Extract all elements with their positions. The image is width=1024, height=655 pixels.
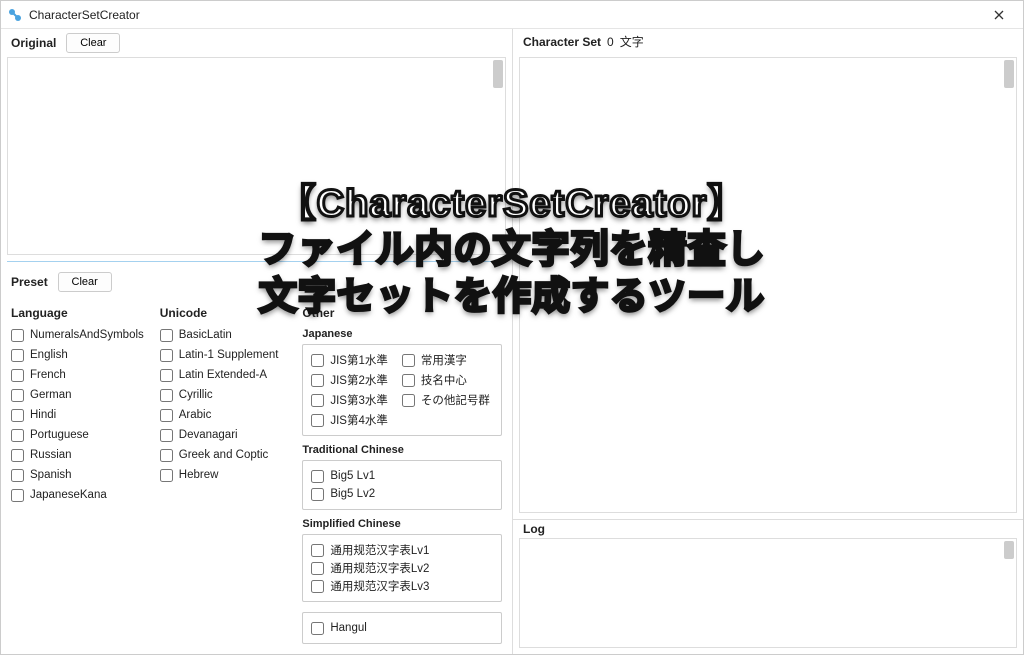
other-header: Other (302, 306, 502, 320)
charset-scrollbar[interactable] (1002, 58, 1016, 512)
charset-label: Character Set (523, 35, 601, 49)
chk-tongyong2[interactable]: 通用规范汉字表Lv2 (311, 559, 493, 577)
divider (7, 261, 506, 262)
charset-count: 0 (607, 35, 614, 49)
chk-german[interactable]: German (11, 386, 144, 404)
chk-wazamei[interactable]: 技名中心 (402, 371, 490, 389)
preset-header: Preset Clear (11, 268, 502, 296)
other-column: Other Japanese JIS第1水準 JIS第2水準 JIS第3水準 J… (302, 302, 502, 644)
chk-latinextendeda[interactable]: Latin Extended-A (160, 366, 287, 384)
preset-clear-button[interactable]: Clear (58, 272, 112, 292)
app-icon (7, 7, 23, 23)
original-label: Original (11, 36, 56, 50)
window-close-button[interactable] (981, 1, 1017, 28)
chk-portuguese[interactable]: Portuguese (11, 426, 144, 444)
unicode-header: Unicode (160, 306, 287, 320)
trad-header: Traditional Chinese (302, 444, 502, 456)
right-pane: Character Set 0 文字 Log (513, 29, 1023, 654)
chk-hindi[interactable]: Hindi (11, 406, 144, 424)
japanese-group: JIS第1水準 JIS第2水準 JIS第3水準 JIS第4水準 常用漢字 技名中… (302, 344, 502, 436)
chk-jis3[interactable]: JIS第3水準 (311, 391, 388, 409)
chk-japanesekana[interactable]: JapaneseKana (11, 486, 144, 504)
log-label: Log (513, 519, 1023, 538)
hangul-group: Hangul (302, 612, 502, 644)
simp-header: Simplified Chinese (302, 518, 502, 530)
chk-basiclatin[interactable]: BasicLatin (160, 326, 287, 344)
preset-label: Preset (11, 275, 48, 289)
chk-greekandcoptic[interactable]: Greek and Coptic (160, 446, 287, 464)
chk-russian[interactable]: Russian (11, 446, 144, 464)
simp-group: 通用规范汉字表Lv1 通用规范汉字表Lv2 通用规范汉字表Lv3 (302, 534, 502, 602)
log-textarea[interactable] (519, 538, 1017, 648)
log-scrollbar[interactable] (1002, 539, 1016, 647)
original-header: Original Clear (1, 29, 512, 57)
chk-big5lv2[interactable]: Big5 Lv2 (311, 485, 493, 503)
chk-hebrew[interactable]: Hebrew (160, 466, 287, 484)
chk-cyrillic[interactable]: Cyrillic (160, 386, 287, 404)
preset-panel: Preset Clear Language NumeralsAndSymbols… (1, 262, 512, 654)
chk-joyokanji[interactable]: 常用漢字 (402, 351, 490, 369)
chk-tongyong1[interactable]: 通用规范汉字表Lv1 (311, 541, 493, 559)
left-pane: Original Clear Preset Clear Language Num… (1, 29, 513, 654)
language-column: Language NumeralsAndSymbols English Fren… (11, 302, 144, 644)
chk-jis4[interactable]: JIS第4水準 (311, 411, 388, 429)
chk-arabic[interactable]: Arabic (160, 406, 287, 424)
language-header: Language (11, 306, 144, 320)
preset-columns: Language NumeralsAndSymbols English Fren… (11, 302, 502, 644)
chk-big5lv1[interactable]: Big5 Lv1 (311, 467, 493, 485)
content-split: Original Clear Preset Clear Language Num… (1, 29, 1023, 654)
original-scrollbar[interactable] (491, 58, 505, 254)
trad-group: Big5 Lv1 Big5 Lv2 (302, 460, 502, 510)
chk-numeralsandsymbols[interactable]: NumeralsAndSymbols (11, 326, 144, 344)
original-clear-button[interactable]: Clear (66, 33, 120, 53)
chk-devanagari[interactable]: Devanagari (160, 426, 287, 444)
chk-french[interactable]: French (11, 366, 144, 384)
charset-header: Character Set 0 文字 (513, 29, 1023, 57)
app-title: CharacterSetCreator (29, 8, 140, 22)
chk-jis2[interactable]: JIS第2水準 (311, 371, 388, 389)
japanese-header: Japanese (302, 328, 502, 340)
unicode-column: Unicode BasicLatin Latin-1 Supplement La… (160, 302, 287, 644)
chk-latin1supplement[interactable]: Latin-1 Supplement (160, 346, 287, 364)
chk-spanish[interactable]: Spanish (11, 466, 144, 484)
original-textarea[interactable] (7, 57, 506, 255)
charset-unit: 文字 (620, 33, 644, 50)
chk-hangul[interactable]: Hangul (311, 619, 493, 637)
app-window: CharacterSetCreator Original Clear Prese… (0, 0, 1024, 655)
close-icon (994, 10, 1004, 20)
chk-tongyong3[interactable]: 通用规范汉字表Lv3 (311, 577, 493, 595)
chk-othersymbols[interactable]: その他記号群 (402, 391, 490, 409)
titlebar: CharacterSetCreator (1, 1, 1023, 29)
chk-jis1[interactable]: JIS第1水準 (311, 351, 388, 369)
chk-english[interactable]: English (11, 346, 144, 364)
charset-textarea[interactable] (519, 57, 1017, 513)
